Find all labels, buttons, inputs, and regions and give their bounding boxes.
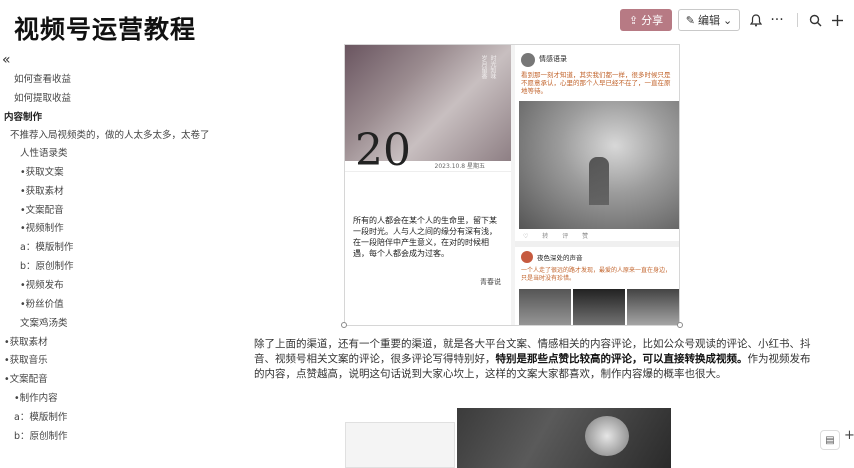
image-flower — [585, 416, 629, 456]
poster2-text: 一个人走了很远的路才发现，最爱的人原来一直在身边，只是当时没有珍惜。 — [521, 267, 672, 282]
pencil-icon: ✎ — [685, 13, 695, 27]
toc-item[interactable]: •文案配音 — [20, 205, 64, 217]
poster-text: 看到那一刻才知道，其实我们都一样，很多时候只是不愿意承认，心里的那个人早已经不在… — [521, 71, 671, 95]
quote-card: 时光知味 岁月留香 20 2023.10.8 星期五 所有的人都会在某个人的生命里… — [345, 45, 511, 325]
post-thumbnail — [573, 289, 625, 325]
avatar — [521, 251, 533, 263]
post-photo-tree — [589, 157, 609, 205]
toc-item[interactable]: b：原创制作 — [20, 261, 74, 273]
paragraph-bold-text: 特别是那些点赞比较高的评论，可以直接转换成视频。 — [495, 353, 748, 365]
collapse-sidebar-icon[interactable]: « — [2, 52, 11, 68]
avatar — [521, 53, 535, 67]
toc-item[interactable]: •获取音乐 — [4, 355, 48, 367]
post-thumbnail — [627, 289, 679, 325]
add-icon[interactable]: + — [844, 428, 854, 443]
edit-button[interactable]: ✎ 编辑 ⌄ — [678, 9, 740, 31]
toc-item[interactable]: •获取素材 — [4, 337, 48, 349]
content-image[interactable] — [345, 408, 671, 468]
body-paragraph: 除了上面的渠道，还有一个重要的渠道，就是各大平台文案、情感相关的内容评论，比如公… — [254, 337, 814, 382]
bell-icon[interactable] — [745, 9, 767, 31]
toc-item[interactable]: •制作内容 — [14, 393, 58, 405]
quote-text: 所有的人都会在某个人的生命里，留下某一段时光。人与人之间的缘分有深有浅，在一段陪… — [353, 216, 497, 258]
toc-item[interactable]: •视频发布 — [20, 280, 64, 292]
quote-card-poem: 时光知味 岁月留香 — [480, 55, 496, 79]
toc-item[interactable]: 如何查看收益 — [14, 74, 71, 86]
toc-item[interactable]: a：模版制作 — [14, 412, 67, 424]
toc-item[interactable]: •获取文案 — [20, 167, 64, 179]
post-thumbnail — [519, 289, 571, 325]
quote-author: 青春说 — [480, 278, 501, 286]
toolbar-divider — [797, 13, 798, 27]
quote-card-date: 2023.10.8 星期五 — [434, 163, 485, 170]
toc-item[interactable]: b：原创制作 — [14, 431, 68, 443]
post-divider — [515, 241, 679, 247]
toc-item[interactable]: 文案鸡汤类 — [20, 318, 68, 330]
document-outline-icon[interactable]: ▤ — [820, 430, 840, 450]
document-title: 视频号运营教程 — [14, 15, 197, 44]
toc-item[interactable]: 内容制作 — [4, 112, 42, 124]
image-photo-panel — [457, 408, 671, 468]
resize-handle[interactable] — [677, 322, 683, 328]
social-post-card: 情感语录 看到那一刻才知道，其实我们都一样，很多时候只是不愿意承认，心里的那个人… — [515, 45, 679, 325]
add-icon[interactable] — [826, 9, 848, 31]
resize-handle[interactable] — [341, 322, 347, 328]
toc-item[interactable]: •获取素材 — [20, 186, 64, 198]
share-icon: ⇪ — [628, 13, 639, 27]
toc-item[interactable]: 不推荐入局视频类的，做的人太多太多，太卷了 — [10, 130, 210, 142]
toc-item[interactable]: •视频制作 — [20, 223, 64, 235]
toc-item[interactable]: •文案配音 — [4, 374, 48, 386]
poster-name: 情感语录 — [539, 55, 567, 63]
share-label: 分享 — [641, 14, 664, 27]
content-image[interactable]: 时光知味 岁月留香 20 2023.10.8 星期五 所有的人都会在某个人的生命里… — [344, 44, 680, 326]
poster2-name: 夜色深处的声音 — [537, 254, 583, 262]
toc-item[interactable]: •粉丝价值 — [20, 299, 64, 311]
toc-item[interactable]: 如何提取收益 — [14, 93, 71, 105]
quote-card-number: 20 — [355, 125, 411, 176]
more-icon[interactable]: ··· — [766, 9, 788, 31]
chevron-down-icon: ⌄ — [723, 13, 733, 27]
edit-label: 编辑 — [698, 14, 720, 27]
post-stats: ♡ 转 评 赞 — [523, 233, 595, 240]
toc-item[interactable]: a：模版制作 — [20, 242, 73, 254]
toc-item[interactable]: 人性语录类 — [20, 148, 68, 160]
image-screenshot-panel — [345, 422, 455, 468]
share-button[interactable]: ⇪ 分享 — [620, 9, 672, 31]
search-icon[interactable] — [804, 9, 826, 31]
quote-card-divider — [345, 171, 511, 172]
